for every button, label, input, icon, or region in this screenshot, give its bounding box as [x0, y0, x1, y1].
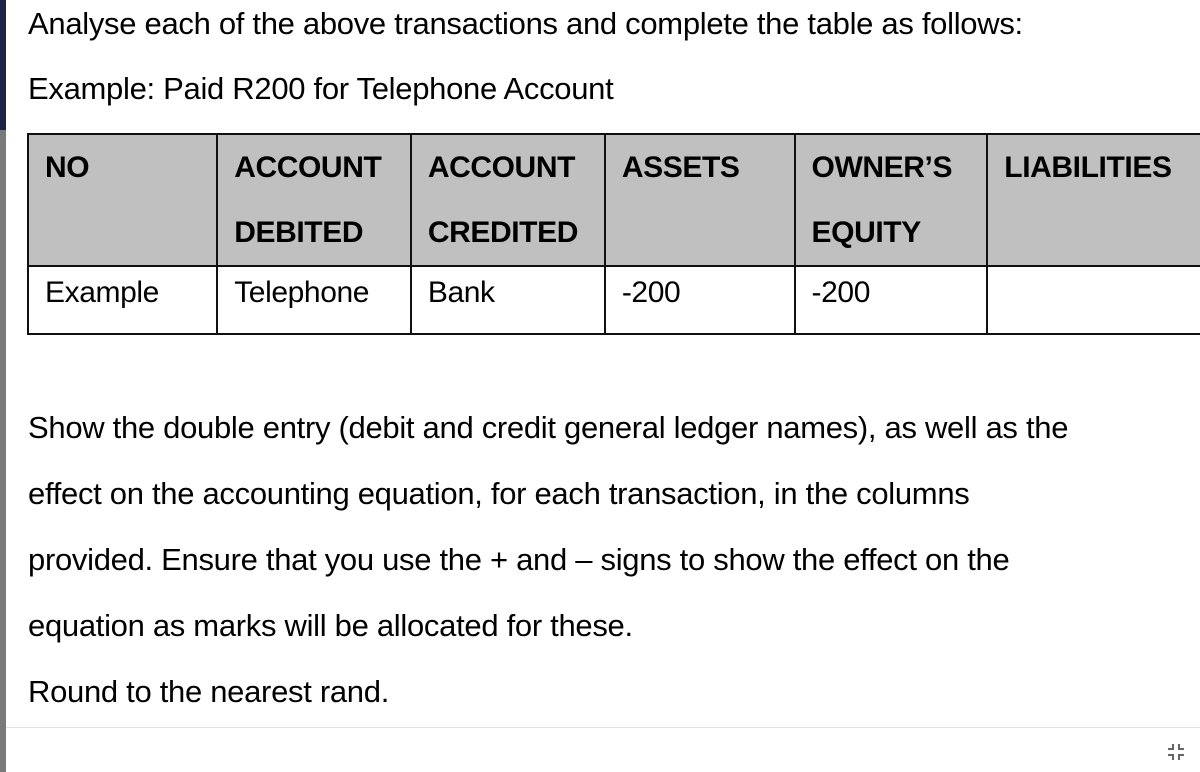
cell-owners-equity: -200 [793, 265, 989, 335]
cell-no: Example [26, 265, 219, 335]
paragraph-line: Round to the nearest rand. [28, 674, 390, 709]
accounting-equation-table: NO ACCOUNT DEBITED ACCOUNT CREDITED ASSETS… [26, 133, 1200, 335]
document-page: Analyse each of the above transactions a… [6, 0, 1200, 728]
paragraph-line: effect on the accounting equation, for e… [28, 476, 970, 511]
exit-fullscreen-button[interactable] [1166, 742, 1186, 762]
paragraph-line: provided. Ensure that you use the + and … [28, 542, 1010, 577]
header-account-debited: ACCOUNT DEBITED [216, 133, 412, 267]
cell-account-debited: Telephone [216, 265, 412, 335]
header-owners-equity: OWNER’S EQUITY [793, 133, 989, 267]
paragraph-line: equation as marks will be allocated for … [28, 608, 633, 643]
instructions-paragraph: Show the double entry (debit and credit … [28, 395, 1068, 725]
cell-assets: -200 [603, 265, 796, 335]
example-caption: Example: Paid R200 for Telephone Account [28, 71, 614, 106]
paragraph-line: Show the double entry (debit and credit … [28, 410, 1069, 445]
cell-account-credited: Bank [409, 265, 606, 335]
table-row: Example Telephone Bank -200 -200 [26, 265, 1200, 335]
instruction-text: Analyse each of the above transactions a… [28, 6, 1023, 41]
table-header-row: NO ACCOUNT DEBITED ACCOUNT CREDITED ASSETS… [26, 133, 1200, 267]
header-liabilities: LIABILITIES [986, 133, 1200, 267]
header-no: NO [26, 133, 219, 267]
header-account-credited: ACCOUNT CREDITED [409, 133, 606, 267]
viewer-footer [6, 727, 1200, 772]
shrink-arrows-icon [1168, 744, 1184, 760]
header-assets: ASSETS [603, 133, 796, 267]
cell-liabilities [986, 265, 1200, 335]
